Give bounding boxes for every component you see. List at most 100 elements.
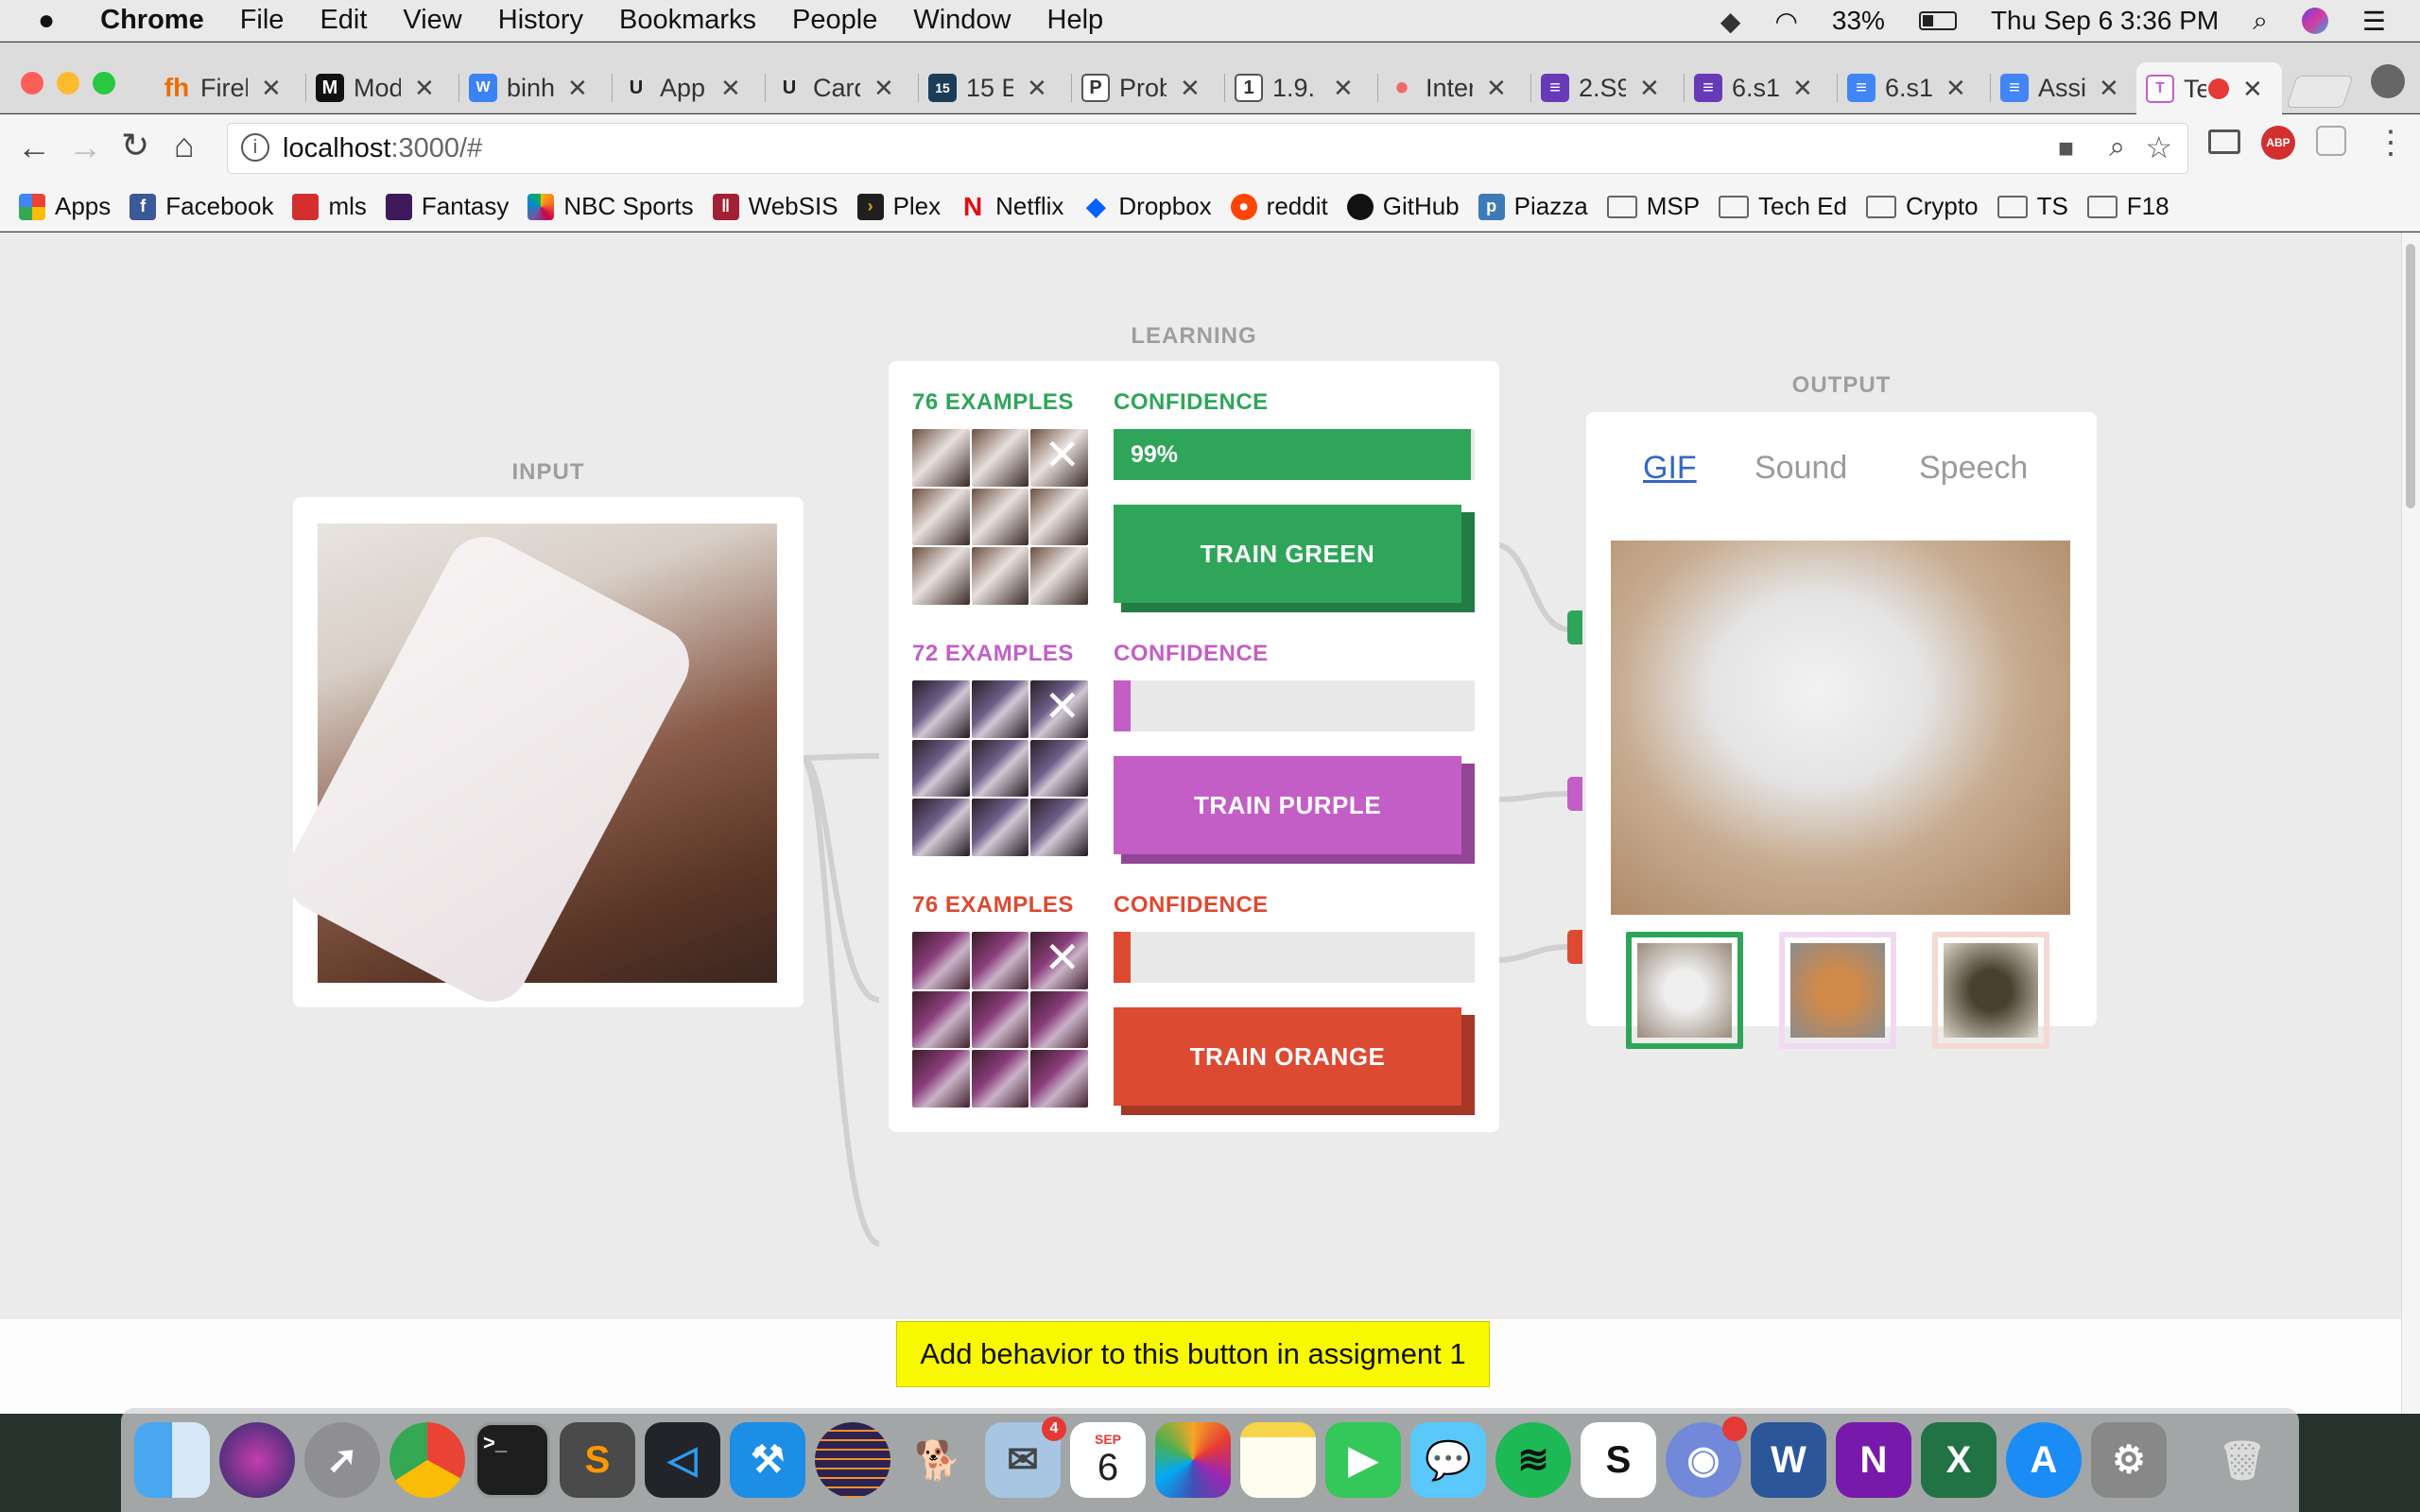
tab-close-icon[interactable]: ✕ [1792, 74, 1813, 103]
battery-percent[interactable]: 33% [1832, 6, 1885, 36]
mail-icon[interactable]: ✉ 4 [985, 1417, 1066, 1498]
tab-close-icon[interactable]: ✕ [2242, 75, 2263, 104]
tab-close-icon[interactable]: ✕ [414, 74, 435, 103]
tab-close-icon[interactable]: ✕ [873, 74, 894, 103]
tab-teachable-machine[interactable]: T Te ✕ [2136, 62, 2282, 115]
tab-1-9[interactable]: 1 1.9. I ✕ [1225, 62, 1378, 113]
green-examples-grid[interactable]: ✕ [912, 429, 1088, 605]
train-green-button[interactable]: TRAIN GREEN [1114, 505, 1461, 603]
launchpad-icon[interactable]: ➚ [304, 1422, 380, 1498]
app-store-icon[interactable]: A [2006, 1422, 2082, 1498]
menu-file[interactable]: File [240, 5, 285, 36]
siri-icon[interactable] [2301, 8, 2328, 34]
tab-binhl[interactable]: Wbinhl ✕ [459, 62, 613, 113]
bookmark-mls[interactable]: mls [292, 192, 367, 221]
menu-bookmarks[interactable]: Bookmarks [619, 5, 756, 36]
tab-inter[interactable]: • Inter ✕ [1378, 62, 1531, 113]
tab-close-icon[interactable]: ✕ [2099, 74, 2119, 103]
terminal-icon[interactable]: >_ [475, 1422, 550, 1498]
messages-icon[interactable]: 💬 [1410, 1422, 1486, 1498]
gif-option-white-cat[interactable] [1626, 932, 1743, 1049]
bookmark-folder-ts[interactable]: TS [1996, 192, 2068, 221]
system-preferences-icon[interactable]: ⚙ [2091, 1422, 2167, 1498]
menu-history[interactable]: History [498, 5, 583, 36]
bookmark-github[interactable]: GitHub [1346, 192, 1460, 221]
finder-icon[interactable] [134, 1422, 210, 1498]
vscode-icon[interactable]: ◁ [645, 1422, 720, 1498]
facetime-icon[interactable]: ▶ [1325, 1422, 1401, 1498]
tab-sound[interactable]: Sound [1754, 450, 1847, 487]
tab-2-s9[interactable]: ≡ 2.S9 ✕ [1531, 62, 1685, 113]
menu-view[interactable]: View [403, 5, 461, 36]
address-bar[interactable]: i localhost:3000/# ■ ⌕ ☆ [227, 123, 2188, 174]
tab-15[interactable]: 15 15 E ✕ [919, 62, 1072, 113]
tab-medium[interactable]: M Mode ✕ [306, 62, 459, 113]
bookmark-star-icon[interactable]: ☆ [2145, 129, 2172, 165]
bookmark-folder-crypto[interactable]: Crypto [1865, 192, 1979, 221]
spotify-icon[interactable]: ≋ [1495, 1422, 1571, 1498]
tab-6-s19-b[interactable]: ≡ 6.s19 ✕ [1838, 62, 1991, 113]
bookmark-facebook[interactable]: f Facebook [130, 192, 273, 221]
bookmark-plex[interactable]: › Plex [856, 192, 941, 221]
assignment-button[interactable]: Add behavior to this button in assigment… [896, 1321, 1490, 1387]
excel-icon[interactable]: X [1921, 1422, 1996, 1498]
orange-examples-grid[interactable]: ✕ [912, 932, 1088, 1108]
tab-close-icon[interactable]: ✕ [720, 74, 741, 103]
clock[interactable]: Thu Sep 6 3:36 PM [1991, 6, 2219, 36]
bookmark-piazza[interactable]: p Piazza [1478, 192, 1588, 221]
bookmark-netflix[interactable]: N Netflix [959, 192, 1063, 221]
xcode-icon[interactable]: ⚒ [730, 1422, 805, 1498]
word-icon[interactable]: W [1751, 1422, 1826, 1498]
siri-icon[interactable] [219, 1422, 295, 1498]
bookmark-reddit[interactable]: ● reddit [1230, 192, 1328, 221]
clear-green-icon[interactable]: ✕ [1044, 433, 1080, 476]
reload-icon[interactable]: ↻ [121, 126, 149, 165]
forward-icon[interactable]: → [68, 128, 102, 167]
transmit-icon[interactable]: 🐕 [900, 1422, 976, 1498]
tab-close-icon[interactable]: ✕ [1945, 74, 1966, 103]
sublime-text-icon[interactable]: S [560, 1422, 635, 1498]
tab-close-icon[interactable]: ✕ [567, 74, 588, 103]
bookmark-nbc-sports[interactable]: NBC Sports [527, 192, 694, 221]
bookmark-folder-f18[interactable]: F18 [2086, 192, 2169, 221]
camera-icon[interactable]: ■ [2058, 133, 2074, 163]
clear-orange-icon[interactable]: ✕ [1044, 936, 1080, 979]
tab-card[interactable]: U Card ✕ [766, 62, 919, 113]
cast-icon[interactable] [2208, 129, 2240, 154]
bookmark-fantasy[interactable]: Fantasy [385, 192, 509, 221]
bookmark-apps[interactable]: Apps [19, 192, 111, 221]
tab-close-icon[interactable]: ✕ [261, 74, 282, 103]
info-icon[interactable]: i [241, 133, 269, 162]
home-icon[interactable]: ⌂ [174, 126, 195, 165]
menu-edit[interactable]: Edit [320, 5, 367, 36]
spotlight-icon[interactable]: ⌕ [2253, 6, 2268, 37]
gif-option-tabby-cat[interactable] [1932, 932, 2049, 1049]
window-close-button[interactable] [21, 72, 43, 94]
onenote-icon[interactable]: N [1836, 1422, 1911, 1498]
discord-icon[interactable]: ◉ [1666, 1417, 1747, 1498]
battery-icon[interactable] [1918, 11, 1957, 30]
bookmark-folder-tech-ed[interactable]: Tech Ed [1719, 192, 1847, 221]
menu-people[interactable]: People [792, 5, 877, 36]
bookmark-dropbox[interactable]: ◆ Dropbox [1082, 192, 1211, 221]
purple-examples-grid[interactable]: ✕ [912, 680, 1088, 856]
notes-icon[interactable] [1240, 1422, 1316, 1498]
menu-app-name[interactable]: Chrome [100, 5, 204, 36]
dropbox-status-icon[interactable]: ◆ [1720, 6, 1741, 37]
chrome-menu-icon[interactable]: ⋮ [2375, 124, 2407, 162]
tab-appe[interactable]: U AppE ✕ [613, 62, 766, 113]
window-zoom-button[interactable] [93, 72, 115, 94]
extension-icon[interactable] [2316, 126, 2346, 156]
tab-prob[interactable]: P Prob ✕ [1072, 62, 1225, 113]
gif-option-orange-cat[interactable] [1779, 932, 1896, 1049]
scrollbar-thumb[interactable] [2406, 244, 2415, 508]
menu-help[interactable]: Help [1047, 5, 1104, 36]
tab-6-s19-a[interactable]: ≡ 6.s19 ✕ [1685, 62, 1838, 113]
apple-icon[interactable]: ● [38, 5, 55, 37]
window-minimize-button[interactable] [57, 72, 79, 94]
slack-icon[interactable]: S [1581, 1422, 1656, 1498]
eclipse-icon[interactable] [815, 1422, 890, 1498]
tab-assig[interactable]: ≡ Assig ✕ [1991, 62, 2144, 113]
back-icon[interactable]: ← [17, 128, 51, 167]
train-purple-button[interactable]: TRAIN PURPLE [1114, 756, 1461, 854]
